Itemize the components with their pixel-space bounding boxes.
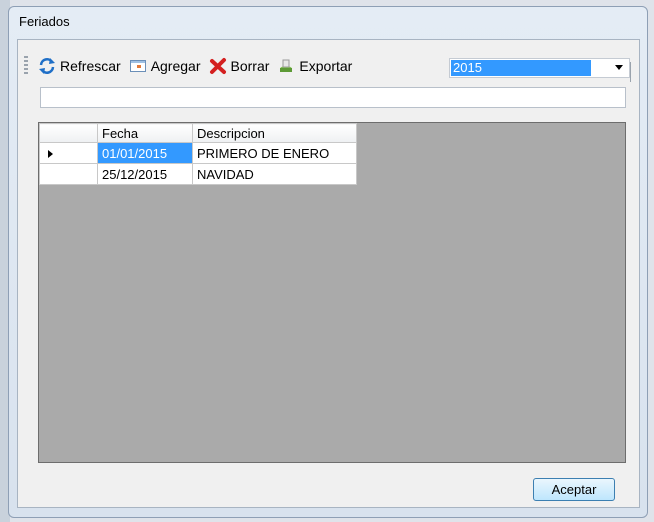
column-header-fecha[interactable]: Fecha [97,123,193,143]
toolbar-separator [630,62,631,82]
export-label: Exportar [299,58,353,74]
row-pointer-icon [48,149,53,158]
table-row[interactable]: 25/12/2015 NAVIDAD [39,163,357,185]
delete-label: Borrar [230,58,270,74]
filter-input[interactable] [40,87,626,108]
chevron-down-icon[interactable] [615,65,623,70]
add-button[interactable]: Agregar [125,55,205,77]
cell-descripcion[interactable]: PRIMERO DE ENERO [192,142,357,164]
export-icon [277,57,295,75]
holidays-grid[interactable]: Fecha Descripcion 01/01/2015 PRIMERO DE … [38,122,626,463]
cell-descripcion[interactable]: NAVIDAD [192,163,357,185]
column-header-descripcion[interactable]: Descripcion [192,123,357,143]
row-header[interactable] [39,142,98,164]
delete-button[interactable]: Borrar [205,55,274,77]
holidays-table: Fecha Descripcion 01/01/2015 PRIMERO DE … [39,123,357,185]
refresh-icon [38,57,56,75]
delete-icon [209,57,227,75]
row-header[interactable] [39,163,98,185]
cell-fecha[interactable]: 01/01/2015 [97,142,193,164]
grid-header-row: Fecha Descripcion [39,123,357,143]
year-select[interactable]: 2015 [449,58,630,78]
refresh-label: Refrescar [60,58,121,74]
cell-fecha[interactable]: 25/12/2015 [97,163,193,185]
window-title: Feriados [19,14,70,29]
refresh-button[interactable]: Refrescar [34,55,125,77]
year-select-value: 2015 [451,60,591,76]
toolbar-grip[interactable] [24,56,28,76]
add-icon [129,57,147,75]
row-header-corner[interactable] [39,123,98,143]
export-button[interactable]: Exportar [273,55,356,77]
table-row[interactable]: 01/01/2015 PRIMERO DE ENERO [39,142,357,164]
add-label: Agregar [150,58,201,74]
accept-button[interactable]: Aceptar [533,478,615,501]
